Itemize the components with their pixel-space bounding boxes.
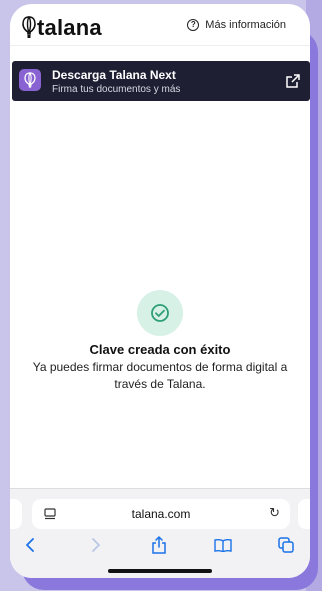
logo-text: talana (37, 15, 102, 40)
more-info-link[interactable]: ? Más información (187, 19, 286, 31)
forward-icon[interactable] (84, 533, 108, 557)
bookmarks-icon[interactable] (211, 533, 235, 557)
site-header: talana ? Más información (10, 4, 310, 46)
balloon-icon (22, 16, 36, 38)
help-icon: ? (187, 19, 200, 31)
tabs-icon[interactable] (274, 533, 298, 557)
next-tab-stub[interactable] (298, 499, 310, 529)
page-menu-icon[interactable] (44, 508, 56, 520)
banner-subtitle: Firma tus documentos y más (52, 84, 181, 95)
success-title: Clave creada con éxito (89, 342, 231, 357)
external-link-icon[interactable] (286, 74, 300, 88)
address-bar[interactable]: talana.com ↻ (32, 499, 290, 529)
check-circle-icon (151, 304, 169, 322)
url-text: talana.com (131, 507, 191, 521)
home-indicator[interactable] (108, 569, 212, 573)
talana-logo[interactable]: talana (22, 10, 102, 40)
browser-nav (10, 533, 310, 557)
more-info-label: Más información (205, 19, 286, 31)
success-badge (137, 290, 183, 336)
download-app-banner[interactable]: Descarga Talana Next Firma tus documento… (12, 61, 310, 101)
phone-screen: talana ? Más información Descarga Talana… (10, 4, 310, 578)
back-icon[interactable] (18, 533, 42, 557)
banner-title: Descarga Talana Next (52, 68, 176, 82)
previous-tab-stub[interactable] (10, 499, 22, 529)
browser-toolbar: talana.com ↻ (10, 488, 310, 578)
success-message: Ya puedes firmar documentos de forma dig… (32, 360, 288, 391)
share-icon[interactable] (147, 533, 171, 557)
reload-icon[interactable]: ↻ (269, 505, 280, 521)
talana-app-icon (19, 69, 41, 91)
